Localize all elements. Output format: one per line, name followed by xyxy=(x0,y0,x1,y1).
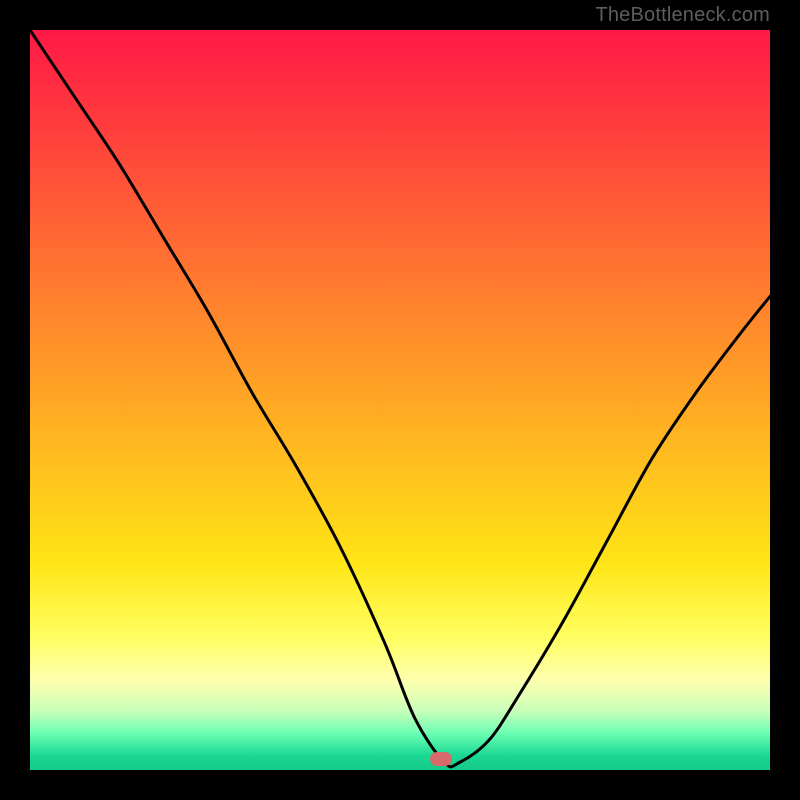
watermark-text: TheBottleneck.com xyxy=(595,4,770,27)
plot-area xyxy=(30,30,770,770)
bottleneck-curve xyxy=(30,30,770,770)
chart-frame: TheBottleneck.com xyxy=(0,0,800,800)
optimal-point-marker xyxy=(430,752,452,766)
